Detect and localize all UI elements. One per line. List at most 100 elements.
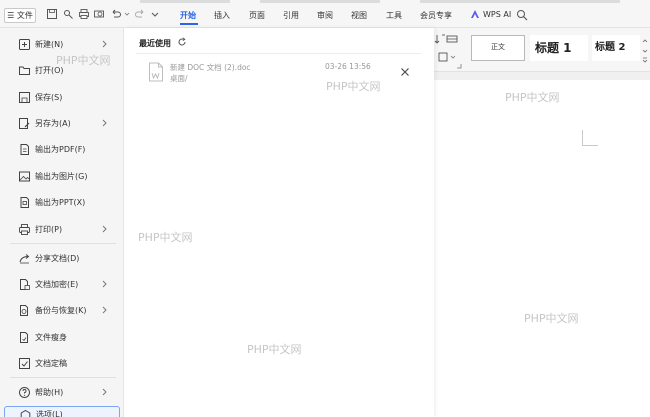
menu-item-help[interactable]: 帮助(H) (4, 381, 120, 403)
watermark: PHP中文网 (524, 312, 579, 325)
menu-item-export-image[interactable]: 输出为图片(G) (4, 165, 120, 187)
save-as-icon (18, 117, 31, 130)
title-strip (140, 0, 230, 3)
menu-item-encrypt[interactable]: 文档加密(E) (4, 273, 120, 295)
menu-divider (10, 243, 116, 244)
link-icon[interactable] (62, 8, 74, 20)
chevron-right-icon (101, 305, 108, 315)
style-heading-1[interactable]: 标题 1 (530, 35, 588, 61)
menu-item-share[interactable]: 分享文档(D) (4, 247, 120, 269)
menu-item-label: 新建(N) (35, 39, 64, 49)
title-strip (260, 0, 380, 3)
menu-item-label: 帮助(H) (35, 387, 64, 397)
watermark: PHP中文网 (56, 54, 111, 67)
tab-insert[interactable]: 插入 (214, 10, 230, 21)
chevron-right-icon (101, 118, 108, 128)
recent-file-path: 桌面/ (170, 74, 188, 83)
share-icon (18, 252, 31, 265)
menu-item-label: 选项(L) (36, 410, 63, 417)
recent-file-time: 03-26 13:56 (325, 62, 371, 71)
menu-item-label: 文档定稿 (35, 358, 67, 368)
search-icon[interactable] (516, 9, 528, 21)
slim-icon (18, 331, 31, 344)
table-icon[interactable] (446, 34, 458, 44)
menu-item-finalize[interactable]: 文档定稿 (4, 352, 120, 374)
menu-item-label: 输出为PDF(F) (35, 144, 86, 154)
menu-item-save-as[interactable]: 另存为(A) (4, 112, 120, 134)
recent-title: 最近使用 (139, 39, 171, 48)
tab-reference[interactable]: 引用 (283, 10, 299, 21)
save-icon (18, 91, 31, 104)
chevron-right-icon (101, 224, 108, 234)
menu-item-label: 备份与恢复(K) (35, 305, 87, 315)
border-dropdown-icon[interactable] (450, 52, 456, 62)
menu-item-label: 输出为图片(G) (35, 171, 88, 181)
watermark: PHP中文网 (138, 231, 193, 244)
print-icon[interactable] (78, 8, 90, 20)
menu-divider (10, 377, 116, 378)
settings-icon (19, 409, 32, 417)
wps-ai-button[interactable]: WPS AI (470, 9, 511, 19)
chevron-right-icon (101, 39, 108, 49)
more-chevron-icon[interactable] (149, 8, 161, 20)
top-toolbar: ☰ 文件 开始 插入 页面 引用 审阅 视图 工具 会员专享 WPS AI (0, 0, 650, 28)
printer-icon (18, 223, 31, 236)
style-gallery-scroll[interactable] (641, 33, 649, 63)
help-icon (18, 386, 31, 399)
border-icon[interactable] (438, 52, 450, 62)
refresh-icon[interactable] (177, 37, 187, 47)
print-preview-icon[interactable] (93, 8, 105, 20)
tab-review[interactable]: 审阅 (317, 10, 333, 21)
tab-page[interactable]: 页面 (249, 10, 265, 21)
folder-icon (18, 64, 31, 77)
redo-icon[interactable] (134, 8, 146, 20)
undo-dropdown-icon[interactable] (121, 8, 130, 20)
wps-ai-icon (471, 10, 479, 18)
sort-icon[interactable] (434, 34, 446, 44)
page-corner-mark (582, 130, 598, 146)
document-page[interactable] (434, 80, 650, 417)
menu-item-label: 另存为(A) (35, 118, 71, 128)
paragraph-launcher-icon[interactable] (456, 63, 462, 69)
menu-item-export-ppt[interactable]: 输出为PPT(X) (4, 191, 120, 213)
ppt-icon (18, 196, 31, 209)
word-doc-icon (149, 62, 163, 82)
recent-file-name: 新建 DOC 文档 (2).doc (170, 63, 251, 72)
menu-item-options[interactable]: 选项(L) (4, 406, 120, 417)
recent-panel (124, 28, 434, 417)
chevron-right-icon (101, 387, 108, 397)
menu-item-label: 文件瘦身 (35, 332, 67, 342)
file-menu-button[interactable]: ☰ 文件 (4, 8, 36, 23)
active-tab-indicator (180, 23, 198, 25)
tab-view[interactable]: 视图 (351, 10, 367, 21)
save-icon[interactable] (46, 8, 58, 20)
chevron-right-icon (101, 279, 108, 289)
pdf-icon (18, 143, 31, 156)
tab-home[interactable]: 开始 (180, 10, 196, 21)
remove-recent-icon[interactable] (400, 67, 410, 77)
gallery-scroll-icon (642, 39, 648, 63)
finalize-icon (18, 357, 31, 370)
menu-item-label: 文档加密(E) (35, 279, 79, 289)
menu-item-slim[interactable]: 文件瘦身 (4, 326, 120, 348)
menu-item-label: 保存(S) (35, 92, 63, 102)
tab-member[interactable]: 会员专享 (420, 10, 452, 21)
menu-item-print[interactable]: 打印(P) (4, 218, 120, 240)
menu-item-save[interactable]: 保存(S) (4, 86, 120, 108)
menu-item-backup[interactable]: 备份与恢复(K) (4, 299, 120, 321)
watermark: PHP中文网 (505, 91, 560, 104)
style-normal[interactable]: 正文 (471, 35, 525, 61)
watermark: PHP中文网 (326, 80, 381, 93)
watermark: PHP中文网 (247, 343, 302, 356)
lock-doc-icon (18, 278, 31, 291)
menu-item-label: 打印(P) (35, 224, 63, 234)
title-strip (420, 0, 620, 3)
wps-ai-label: WPS AI (483, 9, 512, 19)
backup-icon (18, 304, 31, 317)
menu-item-label: 分享文档(D) (35, 253, 80, 263)
new-doc-icon (18, 38, 31, 51)
menu-item-label: 输出为PPT(X) (35, 197, 86, 207)
style-heading-2[interactable]: 标题 2 (592, 35, 640, 61)
tab-tools[interactable]: 工具 (386, 10, 402, 21)
menu-item-export-pdf[interactable]: 输出为PDF(F) (4, 138, 120, 160)
